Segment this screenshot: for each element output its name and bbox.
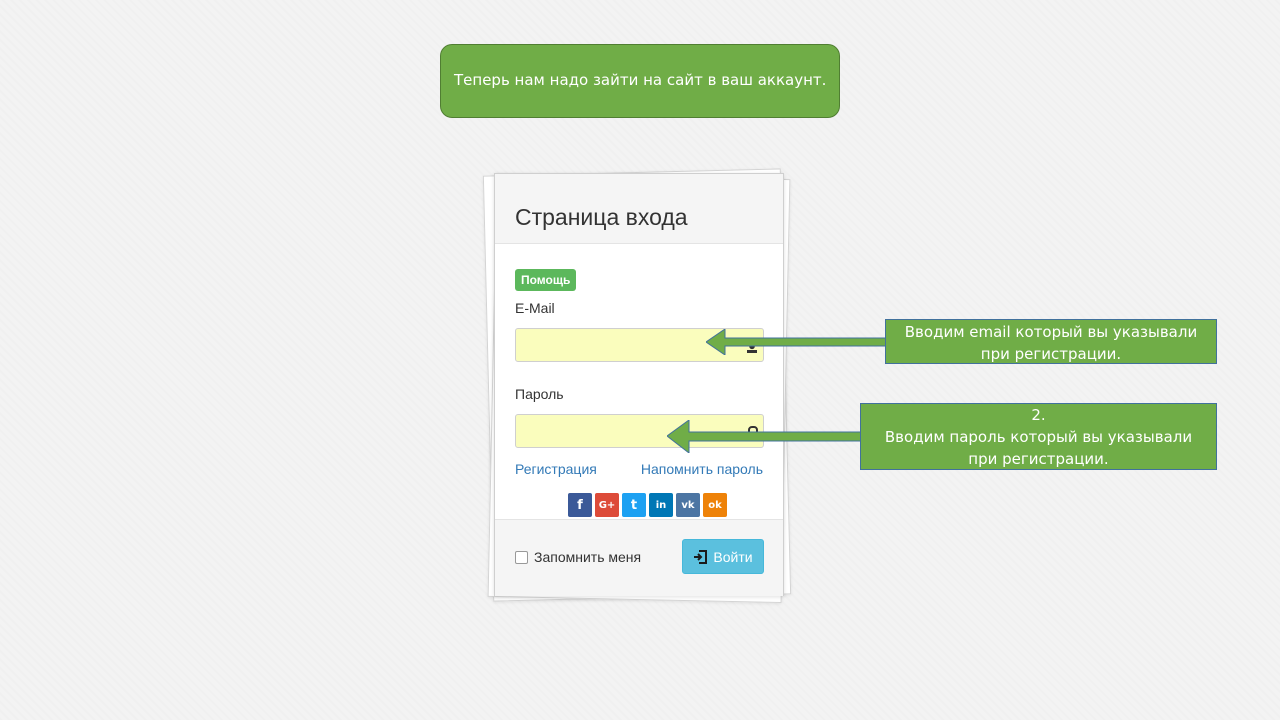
email-label: E-Mail (515, 300, 555, 316)
twitter-icon[interactable]: t (622, 493, 646, 517)
login-panel: Страница входа Помощь E-Mail ● Пароль Ре… (494, 173, 784, 596)
vk-icon[interactable]: vk (676, 493, 700, 517)
password-callout-line: Вводим пароль который вы указывали (884, 428, 1193, 446)
password-label: Пароль (515, 386, 564, 402)
login-panel-header: Страница входа (495, 174, 783, 244)
facebook-icon[interactable]: f (568, 493, 592, 517)
arrow-password-icon (667, 420, 863, 453)
sign-in-icon (694, 549, 708, 564)
remember-me-label: Запомнить меня (534, 549, 642, 565)
arrow-email-icon (706, 329, 888, 355)
page-title: Страница входа (515, 204, 688, 230)
remember-me-checkbox[interactable] (515, 550, 528, 564)
social-login-buttons: f G+ t in vk ok (568, 493, 727, 517)
password-callout: 2. Вводим пароль который вы указывали пр… (860, 403, 1217, 470)
google-plus-icon[interactable]: G+ (595, 493, 619, 517)
login-button[interactable]: Войти (682, 539, 764, 574)
remind-password-link[interactable]: Напомнить пароль (641, 461, 763, 477)
intro-callout-text: Теперь нам надо зайти на сайт в ваш акка… (454, 71, 827, 89)
email-callout: Вводим email который вы указывали при ре… (885, 319, 1217, 364)
password-callout-line: 2. (1031, 406, 1046, 424)
linkedin-icon[interactable]: in (649, 493, 673, 517)
login-button-label: Войти (713, 548, 753, 565)
register-link[interactable]: Регистрация (515, 461, 597, 477)
email-callout-line: Вводим email который вы указывали (904, 323, 1198, 341)
email-callout-line: при регистрации. (980, 345, 1122, 363)
intro-callout: Теперь нам надо зайти на сайт в ваш акка… (440, 44, 840, 118)
login-panel-footer: Запомнить меня Войти (495, 519, 783, 596)
password-callout-line: при регистрации. (968, 450, 1109, 468)
remember-me[interactable]: Запомнить меня (515, 549, 641, 565)
odnoklassniki-icon[interactable]: ok (703, 493, 727, 517)
help-badge[interactable]: Помощь (515, 269, 577, 291)
